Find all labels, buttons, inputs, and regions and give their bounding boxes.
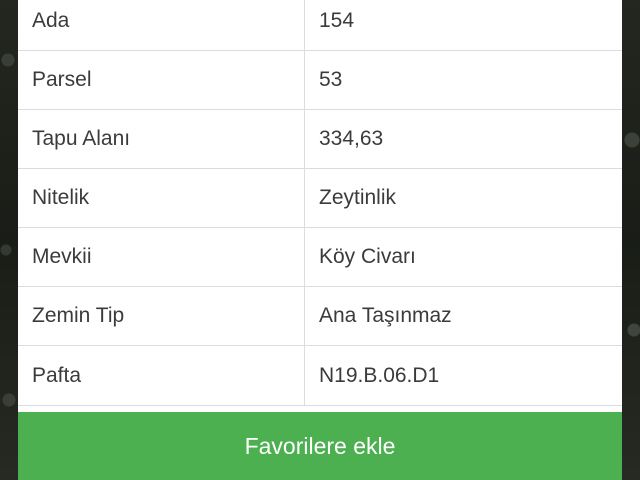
value-tapu-alani: 334,63 xyxy=(319,127,384,150)
table-row-nitelik: Nitelik Zeytinlik xyxy=(18,169,622,228)
value-ada: 154 xyxy=(319,9,355,32)
table-row-mevkii: Mevkii Köy Civarı xyxy=(18,228,622,287)
label-parsel: Parsel xyxy=(18,51,305,109)
table-row-ada: Ada 154 xyxy=(18,0,622,51)
table-row-parsel: Parsel 53 xyxy=(18,51,622,110)
label-mevkii: Mevkii xyxy=(18,228,305,286)
value-pafta: N19.B.06.D1 xyxy=(319,363,440,387)
label-nitelik: Nitelik xyxy=(18,169,305,227)
add-to-favorites-button[interactable]: Favorilere ekle xyxy=(18,412,622,480)
table-row-tapu-alani: Tapu Alanı 334,63 xyxy=(18,110,622,169)
label-ada: Ada xyxy=(18,0,305,50)
label-pafta: Pafta xyxy=(18,346,305,405)
property-info-card: Ada 154 Parsel 53 Tapu Alanı 334,63 Nite… xyxy=(18,0,622,480)
value-mevkii: Köy Civarı xyxy=(319,245,416,268)
value-zemin-tip: Ana Taşınmaz xyxy=(319,304,452,327)
label-zemin-tip: Zemin Tip xyxy=(18,287,305,345)
value-parsel: 53 xyxy=(319,68,343,91)
value-nitelik: Zeytinlik xyxy=(319,186,397,209)
property-details-table: Ada 154 Parsel 53 Tapu Alanı 334,63 Nite… xyxy=(18,0,622,406)
table-row-zemin-tip: Zemin Tip Ana Taşınmaz xyxy=(18,287,622,346)
label-tapu-alani: Tapu Alanı xyxy=(18,110,305,168)
table-row-pafta: Pafta N19.B.06.D1 xyxy=(18,346,622,406)
